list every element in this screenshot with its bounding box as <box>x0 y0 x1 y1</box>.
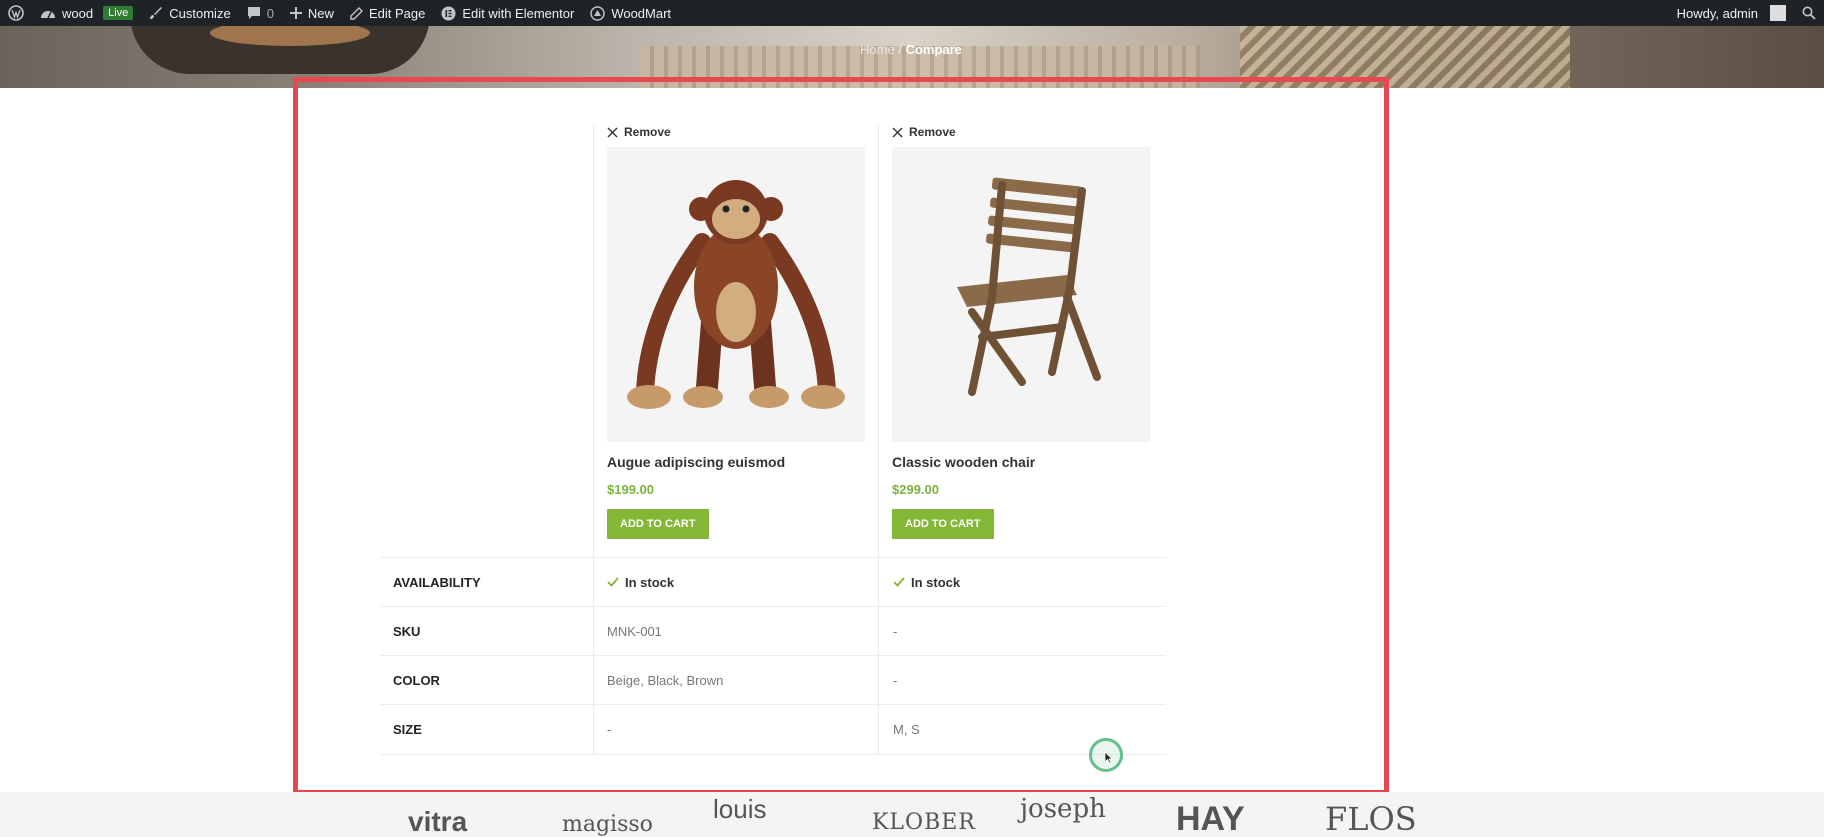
brand-logo[interactable]: FLOS <box>1325 800 1417 837</box>
live-badge: Live <box>103 6 134 20</box>
customize-link[interactable]: Customize <box>141 0 238 26</box>
customize-label: Customize <box>169 5 231 21</box>
woodmart-label: WoodMart <box>611 5 672 21</box>
woodmart-icon <box>590 5 606 21</box>
mouse-pointer-icon <box>1104 751 1113 764</box>
admin-bar: wood Live Customize 0 New Edit Page Edit… <box>0 0 1824 26</box>
brush-icon <box>150 7 163 19</box>
edit-page-label: Edit Page <box>368 5 426 21</box>
pencil-icon <box>350 6 363 20</box>
new-content-menu[interactable]: New <box>282 0 342 26</box>
decor-bowl <box>130 26 430 74</box>
brand-logo[interactable]: joseph <box>1020 794 1106 824</box>
edit-page-link[interactable]: Edit Page <box>342 0 433 26</box>
brand-logo[interactable]: HAY <box>1176 800 1245 837</box>
comments-link[interactable]: 0 <box>239 0 282 26</box>
avatar <box>1770 5 1786 21</box>
breadcrumb: Home / Compare <box>860 42 962 57</box>
cursor-indicator <box>1089 738 1123 772</box>
breadcrumb-separator: / <box>898 42 902 57</box>
new-label: New <box>307 5 334 21</box>
site-name: wood <box>62 5 94 21</box>
breadcrumb-current: Compare <box>905 42 962 57</box>
edit-elementor-label: Edit with Elementor <box>462 5 575 21</box>
account-menu[interactable]: Howdy, admin <box>1669 0 1794 26</box>
search-icon <box>1802 6 1816 20</box>
greeting: Howdy, admin <box>1676 5 1758 21</box>
breadcrumb-home[interactable]: Home <box>860 42 895 57</box>
site-name-menu[interactable]: wood Live <box>32 0 141 26</box>
comment-icon <box>247 7 260 19</box>
comments-count: 0 <box>266 5 274 21</box>
brand-logo[interactable]: magisso <box>562 812 653 837</box>
brands-strip: vitra magisso louis KLOBER joseph HAY FL… <box>0 792 1824 837</box>
plus-icon <box>289 7 302 19</box>
edit-elementor-link[interactable]: Edit with Elementor <box>433 0 582 26</box>
brand-logo[interactable]: KLOBER <box>872 810 976 835</box>
brand-logo[interactable]: vitra <box>408 806 467 837</box>
search-toggle[interactable] <box>1794 0 1824 26</box>
highlight-frame <box>293 77 1389 795</box>
wordpress-icon <box>8 5 24 21</box>
brand-logo[interactable]: louis <box>713 794 766 825</box>
dashboard-icon <box>41 11 55 19</box>
woodmart-menu[interactable]: WoodMart <box>582 0 679 26</box>
wordpress-logo-menu[interactable] <box>0 0 32 26</box>
elementor-icon <box>441 6 456 20</box>
